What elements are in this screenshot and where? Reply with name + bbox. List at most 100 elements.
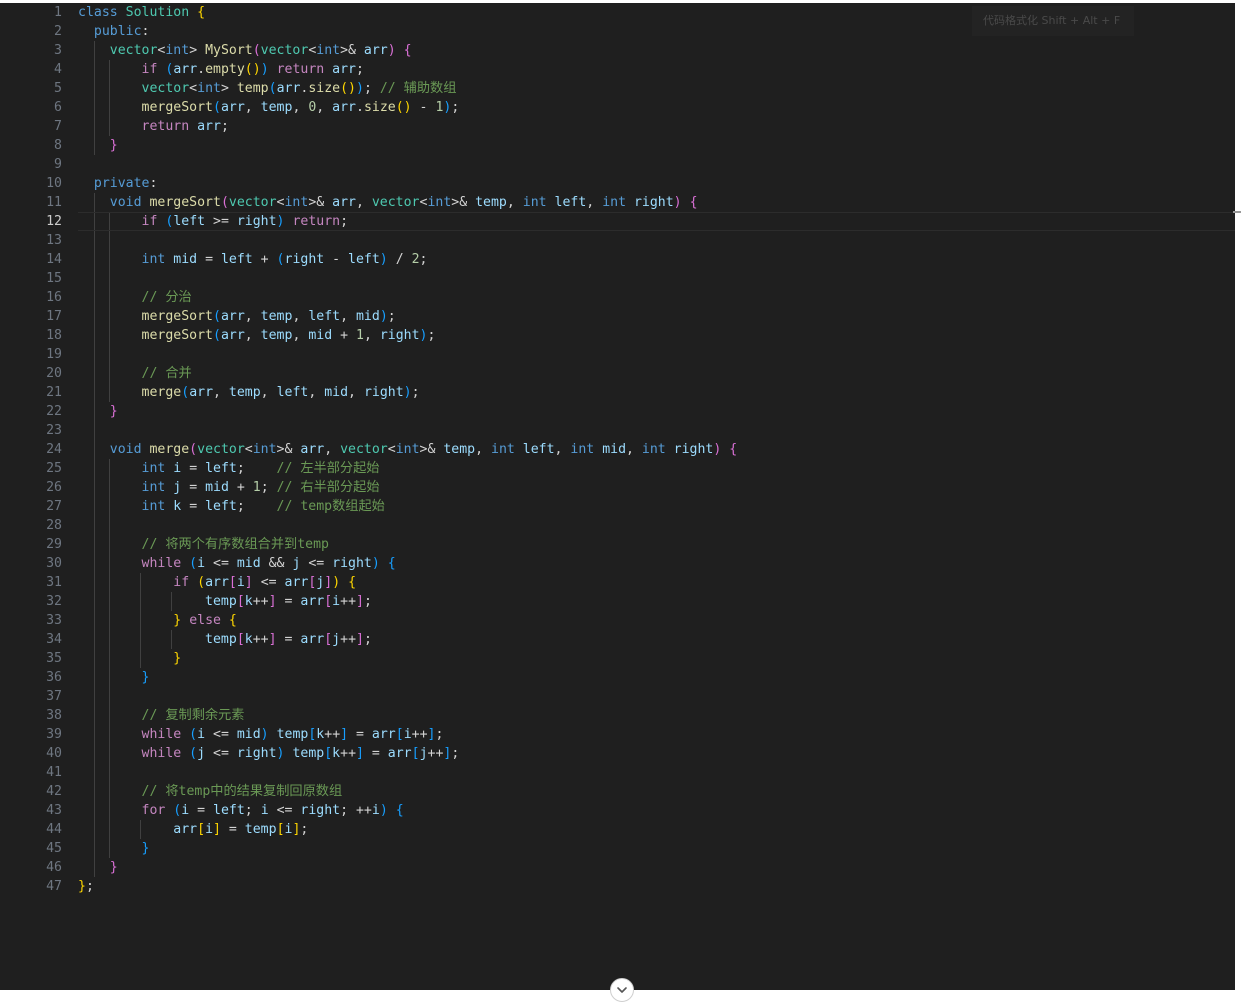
- code-line[interactable]: 4 if (arr.empty()) return arr;: [0, 60, 1235, 79]
- code-token: ++: [252, 594, 269, 609]
- code-line[interactable]: 16 // 分治: [0, 288, 1235, 307]
- code-line[interactable]: 47};: [0, 877, 1235, 896]
- line-code[interactable]: void mergeSort(vector<int>& arr, vector<…: [78, 193, 698, 212]
- code-line[interactable]: 29 // 将两个有序数组合并到temp: [0, 535, 1235, 554]
- code-line[interactable]: 26 int j = mid + 1; // 右半部分起始: [0, 478, 1235, 497]
- code-line[interactable]: 24 void merge(vector<int>& arr, vector<i…: [0, 440, 1235, 459]
- line-code[interactable]: while (i <= mid && j <= right) {: [78, 554, 396, 573]
- code-line[interactable]: 41: [0, 763, 1235, 782]
- code-line[interactable]: 28: [0, 516, 1235, 535]
- code-line[interactable]: 43 for (i = left; i <= right; ++i) {: [0, 801, 1235, 820]
- code-line[interactable]: 45 }: [0, 839, 1235, 858]
- code-line[interactable]: 42 // 将temp中的结果复制回原数组: [0, 782, 1235, 801]
- line-code[interactable]: if (left >= right) return;: [78, 212, 349, 231]
- code-line[interactable]: 17 mergeSort(arr, temp, left, mid);: [0, 307, 1235, 326]
- line-code[interactable]: while (j <= right) temp[k++] = arr[j++];: [78, 744, 460, 763]
- code-line[interactable]: 12 if (left >= right) return;: [0, 212, 1235, 231]
- code-line[interactable]: 20 // 合并: [0, 364, 1235, 383]
- line-code[interactable]: }: [78, 839, 150, 858]
- code-line[interactable]: 38 // 复制剩余元素: [0, 706, 1235, 725]
- code-token: ;: [260, 480, 277, 495]
- code-line[interactable]: 9: [0, 155, 1235, 174]
- line-code[interactable]: public:: [78, 22, 150, 41]
- line-code[interactable]: // 复制剩余元素: [78, 706, 245, 725]
- code-line[interactable]: 44 arr[i] = temp[i];: [0, 820, 1235, 839]
- line-code[interactable]: // 分治: [78, 288, 192, 307]
- line-code[interactable]: // 将两个有序数组合并到temp: [78, 535, 329, 554]
- collapse-button[interactable]: [610, 978, 634, 1002]
- line-code[interactable]: } else {: [78, 611, 237, 630]
- line-code[interactable]: }: [78, 858, 118, 877]
- code-line[interactable]: 8 }: [0, 136, 1235, 155]
- code-line[interactable]: 10 private:: [0, 174, 1235, 193]
- code-token: right: [633, 195, 674, 210]
- code-line[interactable]: 33 } else {: [0, 611, 1235, 630]
- line-code[interactable]: while (i <= mid) temp[k++] = arr[i++];: [78, 725, 444, 744]
- scrollbar-thumb[interactable]: [1233, 211, 1241, 213]
- line-code[interactable]: // 将temp中的结果复制回原数组: [78, 782, 343, 801]
- code-line[interactable]: 37: [0, 687, 1235, 706]
- line-code[interactable]: if (arr[i] <= arr[j]) {: [78, 573, 356, 592]
- line-code[interactable]: };: [78, 877, 94, 896]
- code-line[interactable]: 3 vector<int> MySort(vector<int>& arr) {: [0, 41, 1235, 60]
- code-line[interactable]: 31 if (arr[i] <= arr[j]) {: [0, 573, 1235, 592]
- line-code[interactable]: mergeSort(arr, temp, 0, arr.size() - 1);: [78, 98, 460, 117]
- code-editor[interactable]: 1 class Solution {2 public: 3 vector<int> …: [0, 3, 1235, 990]
- code-line[interactable]: 21 merge(arr, temp, left, mid, right);: [0, 383, 1235, 402]
- code-line[interactable]: 14 int mid = left + (right - left) / 2;: [0, 250, 1235, 269]
- code-line[interactable]: 25 int i = left; // 左半部分起始: [0, 459, 1235, 478]
- code-line[interactable]: 35 }: [0, 649, 1235, 668]
- code-line[interactable]: 11 void mergeSort(vector<int>& arr, vect…: [0, 193, 1235, 212]
- code-line[interactable]: 19: [0, 345, 1235, 364]
- code-line[interactable]: 15: [0, 269, 1235, 288]
- code-line[interactable]: 6 mergeSort(arr, temp, 0, arr.size() - 1…: [0, 98, 1235, 117]
- line-code[interactable]: }: [78, 402, 118, 421]
- line-code[interactable]: class Solution {: [78, 3, 205, 22]
- line-code[interactable]: // 合并: [78, 364, 192, 383]
- code-line[interactable]: 30 while (i <= mid && j <= right) {: [0, 554, 1235, 573]
- line-code[interactable]: temp[k++] = arr[i++];: [78, 592, 372, 611]
- code-line[interactable]: 46 }: [0, 858, 1235, 877]
- code-line[interactable]: 40 while (j <= right) temp[k++] = arr[j+…: [0, 744, 1235, 763]
- code-line[interactable]: 34 temp[k++] = arr[j++];: [0, 630, 1235, 649]
- line-code[interactable]: return arr;: [78, 117, 229, 136]
- code-line[interactable]: 36 }: [0, 668, 1235, 687]
- line-code[interactable]: vector<int> temp(arr.size()); // 辅助数组: [78, 79, 457, 98]
- code-token: vector: [197, 442, 245, 457]
- line-code[interactable]: merge(arr, temp, left, mid, right);: [78, 383, 420, 402]
- line-code[interactable]: int j = mid + 1; // 右半部分起始: [78, 478, 380, 497]
- code-line[interactable]: 5 vector<int> temp(arr.size()); // 辅助数组: [0, 79, 1235, 98]
- line-number: 6: [54, 100, 62, 115]
- code-line[interactable]: 7 return arr;: [0, 117, 1235, 136]
- line-code[interactable]: int k = left; // temp数组起始: [78, 497, 385, 516]
- code-line[interactable]: 22 }: [0, 402, 1235, 421]
- line-code[interactable]: for (i = left; i <= right; ++i) {: [78, 801, 404, 820]
- code-line[interactable]: 18 mergeSort(arr, temp, mid + 1, right);: [0, 326, 1235, 345]
- line-code[interactable]: temp[k++] = arr[j++];: [78, 630, 372, 649]
- code-line[interactable]: 27 int k = left; // temp数组起始: [0, 497, 1235, 516]
- line-code[interactable]: mergeSort(arr, temp, mid + 1, right);: [78, 326, 436, 345]
- code-token: mid: [236, 727, 261, 742]
- code-token: ): [276, 214, 285, 229]
- line-code[interactable]: if (arr.empty()) return arr;: [78, 60, 364, 79]
- line-code[interactable]: vector<int> MySort(vector<int>& arr) {: [78, 41, 412, 60]
- code-line[interactable]: 32 temp[k++] = arr[i++];: [0, 592, 1235, 611]
- line-code[interactable]: }: [78, 649, 181, 668]
- line-code[interactable]: private:: [78, 174, 158, 193]
- code-token: +: [252, 252, 277, 267]
- code-line[interactable]: 39 while (i <= mid) temp[k++] = arr[i++]…: [0, 725, 1235, 744]
- code-line[interactable]: 23: [0, 421, 1235, 440]
- line-code[interactable]: int i = left; // 左半部分起始: [78, 459, 380, 478]
- code-token: [: [236, 632, 245, 647]
- line-code[interactable]: }: [78, 668, 150, 687]
- line-code[interactable]: }: [78, 136, 118, 155]
- line-code[interactable]: int mid = left + (right - left) / 2;: [78, 250, 428, 269]
- code-line[interactable]: 13: [0, 231, 1235, 250]
- line-code[interactable]: arr[i] = temp[i];: [78, 820, 308, 839]
- line-code[interactable]: void merge(vector<int>& arr, vector<int>…: [78, 440, 737, 459]
- line-code[interactable]: mergeSort(arr, temp, left, mid);: [78, 307, 396, 326]
- code-token: -: [324, 252, 349, 267]
- code-token: right: [236, 746, 277, 761]
